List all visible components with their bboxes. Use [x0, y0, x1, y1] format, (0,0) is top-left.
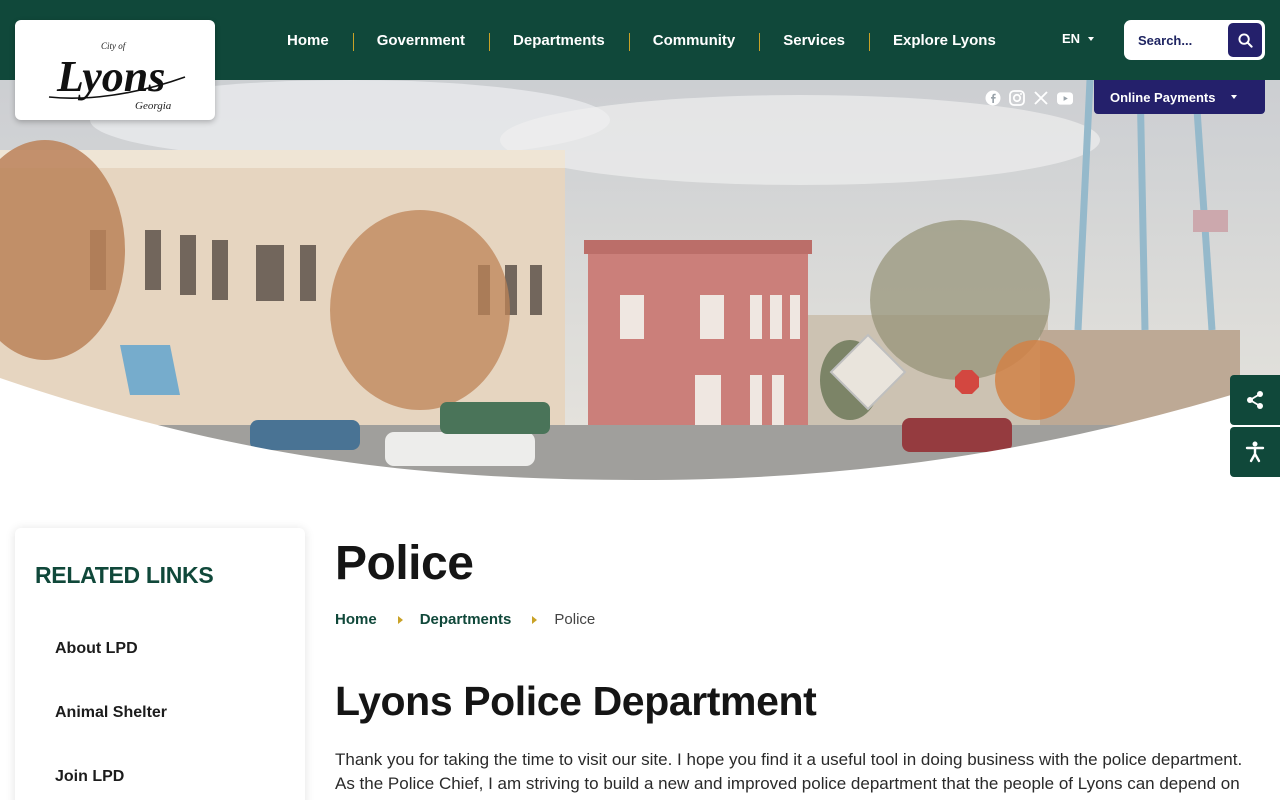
related-links-panel: RELATED LINKS About LPD Animal Shelter J… — [15, 528, 305, 800]
chevron-down-icon — [1088, 36, 1095, 41]
nav-government[interactable]: Government — [352, 32, 489, 51]
svg-text:Georgia: Georgia — [135, 100, 172, 112]
search-button[interactable] — [1228, 23, 1262, 57]
nav-explore-lyons[interactable]: Explore Lyons — [868, 32, 1020, 51]
section-title: Lyons Police Department — [335, 678, 817, 724]
nav-departments[interactable]: Departments — [489, 32, 629, 51]
chevron-down-icon — [1231, 95, 1238, 99]
related-links-title: RELATED LINKS — [35, 562, 214, 588]
youtube-icon[interactable] — [1057, 90, 1073, 106]
accessibility-icon — [1245, 441, 1265, 463]
downtown-photo — [0, 80, 1280, 480]
share-button[interactable] — [1230, 375, 1280, 425]
nav-services[interactable]: Services — [759, 32, 869, 51]
search-box — [1124, 20, 1265, 60]
main-nav: Home Government Departments Community Se… — [263, 0, 1020, 80]
breadcrumb-departments[interactable]: Departments — [420, 611, 512, 628]
page-title: Police — [335, 537, 474, 590]
search-input[interactable] — [1138, 32, 1226, 48]
accessibility-button[interactable] — [1230, 427, 1280, 477]
language-label: EN — [1062, 31, 1081, 46]
facebook-icon[interactable] — [985, 90, 1001, 106]
svg-text:Lyons: Lyons — [56, 52, 165, 101]
logo-mark: City of Lyons Georgia — [48, 41, 186, 112]
intro-paragraph: Thank you for taking the time to visit o… — [335, 750, 1243, 793]
breadcrumb-separator-icon — [532, 615, 538, 624]
sidebar-item-join-lpd[interactable]: Join LPD — [55, 768, 124, 786]
hero-banner — [0, 80, 1280, 480]
sidebar-item-animal-shelter[interactable]: Animal Shelter — [55, 704, 167, 722]
breadcrumb-current: Police — [554, 611, 596, 628]
search-icon — [1237, 32, 1253, 48]
nav-home[interactable]: Home — [263, 32, 353, 49]
social-links — [985, 90, 1073, 106]
svg-text:City of: City of — [101, 41, 127, 51]
instagram-icon[interactable] — [1009, 90, 1025, 106]
breadcrumb-home[interactable]: Home — [335, 611, 377, 628]
breadcrumb: Home Departments Police — [335, 611, 595, 628]
city-logo[interactable]: City of Lyons Georgia — [15, 20, 215, 120]
breadcrumb-separator-icon — [397, 615, 403, 624]
online-payments-label: Online Payments — [1110, 89, 1216, 105]
language-selector[interactable]: EN — [1062, 31, 1095, 46]
x-icon[interactable] — [1033, 90, 1049, 106]
nav-community[interactable]: Community — [628, 32, 760, 51]
share-icon — [1247, 391, 1263, 409]
online-payments-button[interactable]: Online Payments — [1094, 80, 1265, 114]
sidebar-item-about-lpd[interactable]: About LPD — [55, 640, 138, 658]
